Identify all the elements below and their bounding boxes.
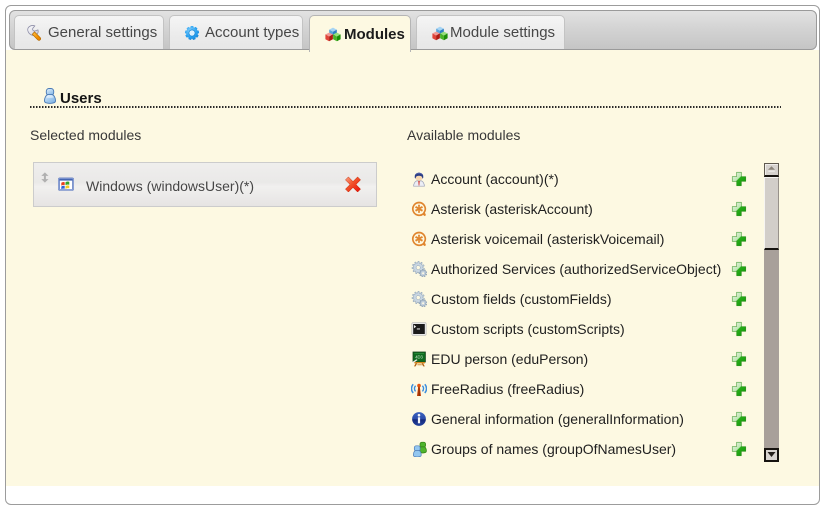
svg-text:4D3: 4D3 — [415, 354, 423, 359]
